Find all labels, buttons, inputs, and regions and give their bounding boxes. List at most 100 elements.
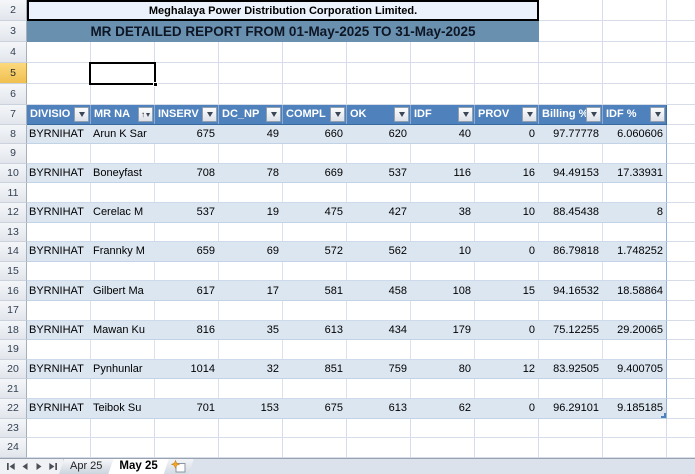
data-cell[interactable]: 620: [347, 125, 411, 144]
header-compl[interactable]: COMPL: [283, 105, 347, 124]
row-header-16[interactable]: 16: [0, 281, 27, 301]
data-cell[interactable]: 6.060606: [603, 125, 667, 144]
data-cell[interactable]: Cerelac M: [91, 203, 155, 222]
row-header-18[interactable]: 18: [0, 320, 27, 341]
row-header-15[interactable]: 15: [0, 261, 27, 282]
data-cell[interactable]: Pynhunlar: [91, 360, 155, 379]
row-header-14[interactable]: 14: [0, 242, 27, 262]
data-cell[interactable]: 12: [475, 360, 539, 379]
data-cell[interactable]: 434: [347, 321, 411, 340]
data-cell[interactable]: 38: [411, 203, 475, 222]
report-title-cell[interactable]: MR DETAILED REPORT FROM 01-May-2025 TO 3…: [27, 21, 539, 42]
data-cell[interactable]: 18.58864: [603, 281, 667, 300]
data-cell[interactable]: 613: [347, 399, 411, 418]
data-cell[interactable]: 572: [283, 242, 347, 261]
data-cell[interactable]: BYRNIHAT: [27, 203, 91, 222]
filter-dropdown-icon[interactable]: [266, 107, 281, 122]
data-cell[interactable]: 427: [347, 203, 411, 222]
header-billing-pct[interactable]: Billing %: [539, 105, 603, 124]
data-cell[interactable]: 10: [475, 203, 539, 222]
row-header-23[interactable]: 23: [0, 418, 27, 439]
data-cell[interactable]: 35: [219, 321, 283, 340]
data-cell[interactable]: 0: [475, 321, 539, 340]
header-dc-np[interactable]: DC_NP: [219, 105, 283, 124]
header-prov[interactable]: PROV: [475, 105, 539, 124]
table-row-empty[interactable]: [27, 379, 667, 399]
data-cell[interactable]: 88.45438: [539, 203, 603, 222]
data-cell[interactable]: 816: [155, 321, 219, 340]
header-division[interactable]: DIVISIO: [27, 105, 91, 124]
data-cell[interactable]: 15: [475, 281, 539, 300]
data-cell[interactable]: 1014: [155, 360, 219, 379]
sort-ascending-filter-icon[interactable]: ↑: [138, 107, 153, 122]
data-cell[interactable]: 851: [283, 360, 347, 379]
data-cell[interactable]: 17: [219, 281, 283, 300]
filter-dropdown-icon[interactable]: [458, 107, 473, 122]
data-cell[interactable]: 475: [283, 203, 347, 222]
header-idf[interactable]: IDF: [411, 105, 475, 124]
data-cell[interactable]: 94.16532: [539, 281, 603, 300]
row-header-7[interactable]: 7: [0, 105, 27, 125]
data-cell[interactable]: Arun K Sar: [91, 125, 155, 144]
data-cell[interactable]: 96.29101: [539, 399, 603, 418]
data-cell[interactable]: BYRNIHAT: [27, 125, 91, 144]
data-cell[interactable]: BYRNIHAT: [27, 321, 91, 340]
data-cell[interactable]: 669: [283, 164, 347, 183]
data-cell[interactable]: 613: [283, 321, 347, 340]
table-row-empty[interactable]: [27, 144, 667, 164]
data-cell[interactable]: 675: [283, 399, 347, 418]
header-ok[interactable]: OK: [347, 105, 411, 124]
row-header-20[interactable]: 20: [0, 359, 27, 380]
data-cell[interactable]: 581: [283, 281, 347, 300]
header-inserv[interactable]: INSERV: [155, 105, 219, 124]
header-idf-pct[interactable]: IDF %: [603, 105, 667, 124]
data-cell[interactable]: 29.20065: [603, 321, 667, 340]
data-cell[interactable]: 562: [347, 242, 411, 261]
filter-dropdown-icon[interactable]: [202, 107, 217, 122]
table-row-empty[interactable]: [27, 340, 667, 360]
filter-dropdown-icon[interactable]: [74, 107, 89, 122]
data-cell[interactable]: 108: [411, 281, 475, 300]
data-cell[interactable]: BYRNIHAT: [27, 164, 91, 183]
data-cell[interactable]: 9.185185: [603, 399, 667, 418]
data-cell[interactable]: 0: [475, 399, 539, 418]
data-cell[interactable]: 32: [219, 360, 283, 379]
company-title-cell[interactable]: Meghalaya Power Distribution Corporation…: [27, 0, 539, 21]
next-sheet-button[interactable]: [33, 461, 44, 472]
data-cell[interactable]: BYRNIHAT: [27, 281, 91, 300]
row-header-4[interactable]: 4: [0, 42, 27, 63]
data-cell[interactable]: Boneyfast: [91, 164, 155, 183]
data-cell[interactable]: 17.33931: [603, 164, 667, 183]
row-header-19[interactable]: 19: [0, 340, 27, 360]
data-cell[interactable]: 537: [347, 164, 411, 183]
data-cell[interactable]: 8: [603, 203, 667, 222]
sheet-tab-apr-25[interactable]: Apr 25: [59, 459, 113, 474]
data-cell[interactable]: 75.12255: [539, 321, 603, 340]
data-cell[interactable]: 537: [155, 203, 219, 222]
row-header-8[interactable]: 8: [0, 124, 27, 145]
selected-cell-outline[interactable]: [89, 62, 158, 87]
data-cell[interactable]: 83.92505: [539, 360, 603, 379]
data-cell[interactable]: 659: [155, 242, 219, 261]
row-header-6[interactable]: 6: [0, 84, 27, 105]
filter-dropdown-icon[interactable]: [394, 107, 409, 122]
row-header-3[interactable]: 3: [0, 21, 27, 42]
first-sheet-button[interactable]: [5, 461, 16, 472]
row-header-22[interactable]: 22: [0, 398, 27, 419]
table-row-empty[interactable]: [27, 261, 667, 282]
data-cell[interactable]: BYRNIHAT: [27, 242, 91, 261]
data-cell[interactable]: 10: [411, 242, 475, 261]
data-cell[interactable]: Mawan Ku: [91, 321, 155, 340]
row-header-5-active[interactable]: 5: [0, 63, 27, 84]
data-cell[interactable]: 708: [155, 164, 219, 183]
row-header-11[interactable]: 11: [0, 183, 27, 203]
filter-dropdown-icon[interactable]: [586, 107, 601, 122]
filter-dropdown-icon[interactable]: [330, 107, 345, 122]
row-header-2[interactable]: 2: [0, 0, 27, 21]
data-cell[interactable]: 97.77778: [539, 125, 603, 144]
data-cell[interactable]: 94.49153: [539, 164, 603, 183]
header-mr-name[interactable]: MR NA ↑: [91, 105, 155, 124]
data-cell[interactable]: 701: [155, 399, 219, 418]
row-header-13[interactable]: 13: [0, 222, 27, 243]
row-header-24[interactable]: 24: [0, 438, 27, 458]
